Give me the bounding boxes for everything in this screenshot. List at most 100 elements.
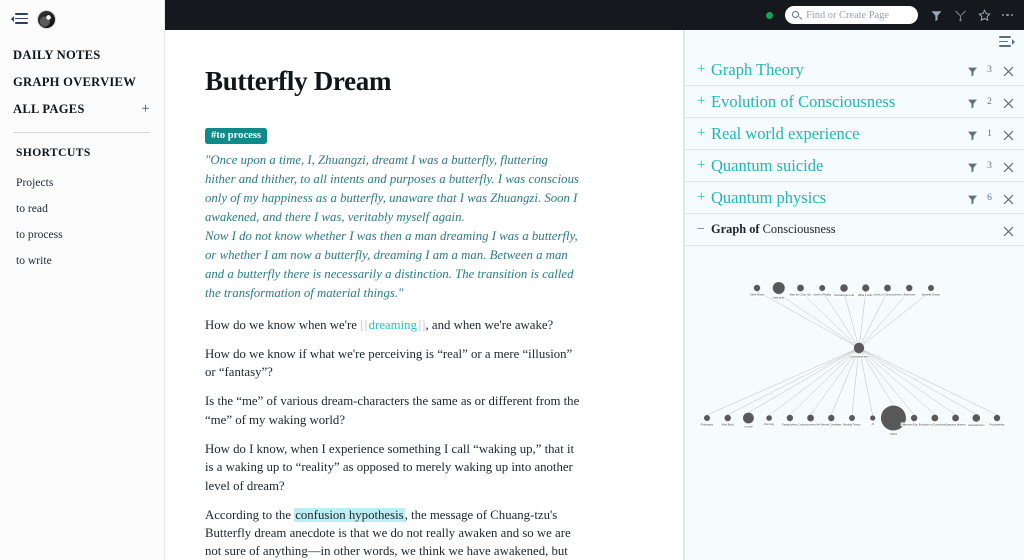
panel-toggle-icon[interactable] xyxy=(999,36,1015,48)
right-item-title[interactable]: Evolution of Consciousness xyxy=(711,92,967,112)
right-item-graph-theory[interactable]: + Graph Theory 3 xyxy=(685,54,1024,86)
filter-icon[interactable] xyxy=(967,64,978,77)
graph-node[interactable] xyxy=(828,414,835,422)
graph-node[interactable] xyxy=(840,284,848,292)
expand-icon[interactable]: + xyxy=(697,126,707,141)
graph-node[interactable] xyxy=(870,415,876,421)
graph-node-label: Butterfly Dream xyxy=(922,292,940,296)
right-item-real-world-experience[interactable]: + Real world experience 1 xyxy=(685,118,1024,150)
center-column: Find or Create Page Butterfly Dream #to … xyxy=(165,0,1024,560)
graph-node-label: AI xyxy=(871,422,874,426)
page-tag[interactable]: #to process xyxy=(205,127,268,144)
expand-icon[interactable]: + xyxy=(697,94,707,109)
branch-filter-icon[interactable] xyxy=(954,9,967,22)
paragraph-3[interactable]: Is the “me” of various dream-characters … xyxy=(205,392,581,429)
graph-node[interactable] xyxy=(766,415,772,421)
wiki-link-dreaming[interactable]: dreaming xyxy=(369,318,417,332)
search-icon xyxy=(792,10,803,20)
graph-node[interactable] xyxy=(906,284,913,292)
graph-node[interactable] xyxy=(786,414,794,422)
graph-node[interactable] xyxy=(931,414,939,422)
user-avatar[interactable] xyxy=(37,9,56,29)
paragraph-1[interactable]: How do we know when we're [[dreaming]], … xyxy=(205,316,581,334)
sidebar-nav: DAILY NOTES GRAPH OVERVIEW ALL PAGES + xyxy=(0,30,164,123)
expand-icon[interactable]: + xyxy=(697,158,707,173)
graph-node[interactable] xyxy=(704,415,710,421)
right-item-evolution-of-consciousness[interactable]: + Evolution of Consciousness 2 xyxy=(685,86,1024,118)
close-icon[interactable] xyxy=(1003,192,1014,205)
more-options-icon[interactable] xyxy=(1002,13,1013,17)
sidebar-item-to-write[interactable]: to write xyxy=(16,247,164,273)
graph-node[interactable] xyxy=(884,284,891,292)
graph-node[interactable] xyxy=(993,414,1001,422)
graph-node[interactable] xyxy=(849,415,855,421)
right-item-quantum-physics[interactable]: + Quantum physics 6 xyxy=(685,182,1024,214)
paragraph-4[interactable]: How do I know, when I experience somethi… xyxy=(205,440,581,495)
connection-status-dot xyxy=(766,11,774,19)
filter-icon[interactable] xyxy=(967,96,978,109)
reference-count: 3 xyxy=(987,64,992,75)
sidebar-collapse-icon[interactable] xyxy=(11,12,28,26)
close-icon[interactable] xyxy=(1003,128,1014,141)
close-icon[interactable] xyxy=(1003,224,1014,237)
close-icon[interactable] xyxy=(1003,96,1014,109)
expand-icon[interactable]: + xyxy=(697,62,707,77)
graph-node[interactable] xyxy=(819,285,826,291)
reference-count: 2 xyxy=(987,96,992,107)
right-sidebar: + Graph Theory 3 + Evolution of Consciou… xyxy=(684,30,1024,560)
close-icon[interactable] xyxy=(1003,160,1014,173)
right-item-title[interactable]: Quantum suicide xyxy=(711,156,967,176)
graph-node-label: Dunning xyxy=(764,422,774,426)
graph-node[interactable] xyxy=(910,414,918,422)
reference-count: 3 xyxy=(987,160,992,171)
star-icon[interactable] xyxy=(978,8,991,22)
graph-node-label: Interactionism xyxy=(968,423,984,427)
right-item-title[interactable]: Real world experience xyxy=(711,124,967,144)
graph-node-label: Philosophy xyxy=(701,422,714,426)
graph-node-label: What it is like xyxy=(858,293,874,297)
right-item-title[interactable]: Graph Theory xyxy=(711,60,967,80)
graph-node[interactable] xyxy=(753,284,761,292)
right-item-title[interactable]: Quantum physics xyxy=(711,188,967,208)
add-page-icon[interactable]: + xyxy=(141,102,150,117)
paragraph-2[interactable]: How do we know if what we're perceiving … xyxy=(205,345,581,382)
sidebar-item-daily-notes[interactable]: DAILY NOTES xyxy=(13,42,164,69)
filter-icon[interactable] xyxy=(967,128,978,141)
graph-node[interactable] xyxy=(853,342,865,354)
graph-node[interactable] xyxy=(743,412,754,424)
graph-node-label: Illusionism xyxy=(903,293,915,297)
shortcuts-heading: SHORTCUTS xyxy=(16,146,91,159)
graph-node[interactable] xyxy=(724,414,731,422)
sidebar-item-to-read[interactable]: to read xyxy=(16,195,164,221)
close-icon[interactable] xyxy=(1003,64,1014,77)
right-item-quantum-suicide[interactable]: + Quantum suicide 3 xyxy=(685,150,1024,182)
graph-node-label: Neural Correlates xyxy=(821,423,842,427)
sidebar-item-projects[interactable]: Projects xyxy=(16,169,164,195)
graph-node[interactable] xyxy=(862,284,870,292)
right-item-graph-of-consciousness[interactable]: − Graph of Consciousness xyxy=(685,214,1024,246)
sidebar-item-to-process[interactable]: to process xyxy=(16,221,164,247)
paragraph-5[interactable]: According to the confusion hypothesis, t… xyxy=(205,506,581,560)
filter-icon[interactable] xyxy=(967,160,978,173)
app-root: DAILY NOTES GRAPH OVERVIEW ALL PAGES + S… xyxy=(0,0,1024,560)
quote-paragraph: "Once upon a time, I, Zhuangzi, dreamt I… xyxy=(205,153,579,224)
graph-svg[interactable]: Other Minds Hard prob.Mary the Color Sci.… xyxy=(685,266,1024,456)
graph-node-label: Mary the Color Sci. xyxy=(789,293,811,297)
graph-node[interactable] xyxy=(880,405,906,431)
sidebar-item-graph-overview[interactable]: GRAPH OVERVIEW xyxy=(13,69,164,96)
right-item-title[interactable]: Graph of Consciousness xyxy=(711,222,1003,237)
sidebar-item-all-pages[interactable]: ALL PAGES + xyxy=(13,96,164,123)
graph-node[interactable] xyxy=(952,414,959,422)
graph-node[interactable] xyxy=(772,282,785,294)
filter-icon[interactable] xyxy=(930,9,943,22)
graph-node[interactable] xyxy=(797,284,804,292)
search-input[interactable]: Find or Create Page xyxy=(785,6,919,24)
expand-icon[interactable]: + xyxy=(697,190,707,205)
graph-node-label: Psychedelics xyxy=(989,423,1005,427)
graph-node[interactable] xyxy=(807,414,814,422)
graph-node[interactable] xyxy=(972,414,981,422)
collapse-icon[interactable]: − xyxy=(697,222,707,237)
filter-icon[interactable] xyxy=(967,192,978,205)
graph-visualization[interactable]: Other Minds Hard prob. Mary the Color Sci.… xyxy=(685,266,1024,456)
graph-node[interactable] xyxy=(928,285,934,291)
